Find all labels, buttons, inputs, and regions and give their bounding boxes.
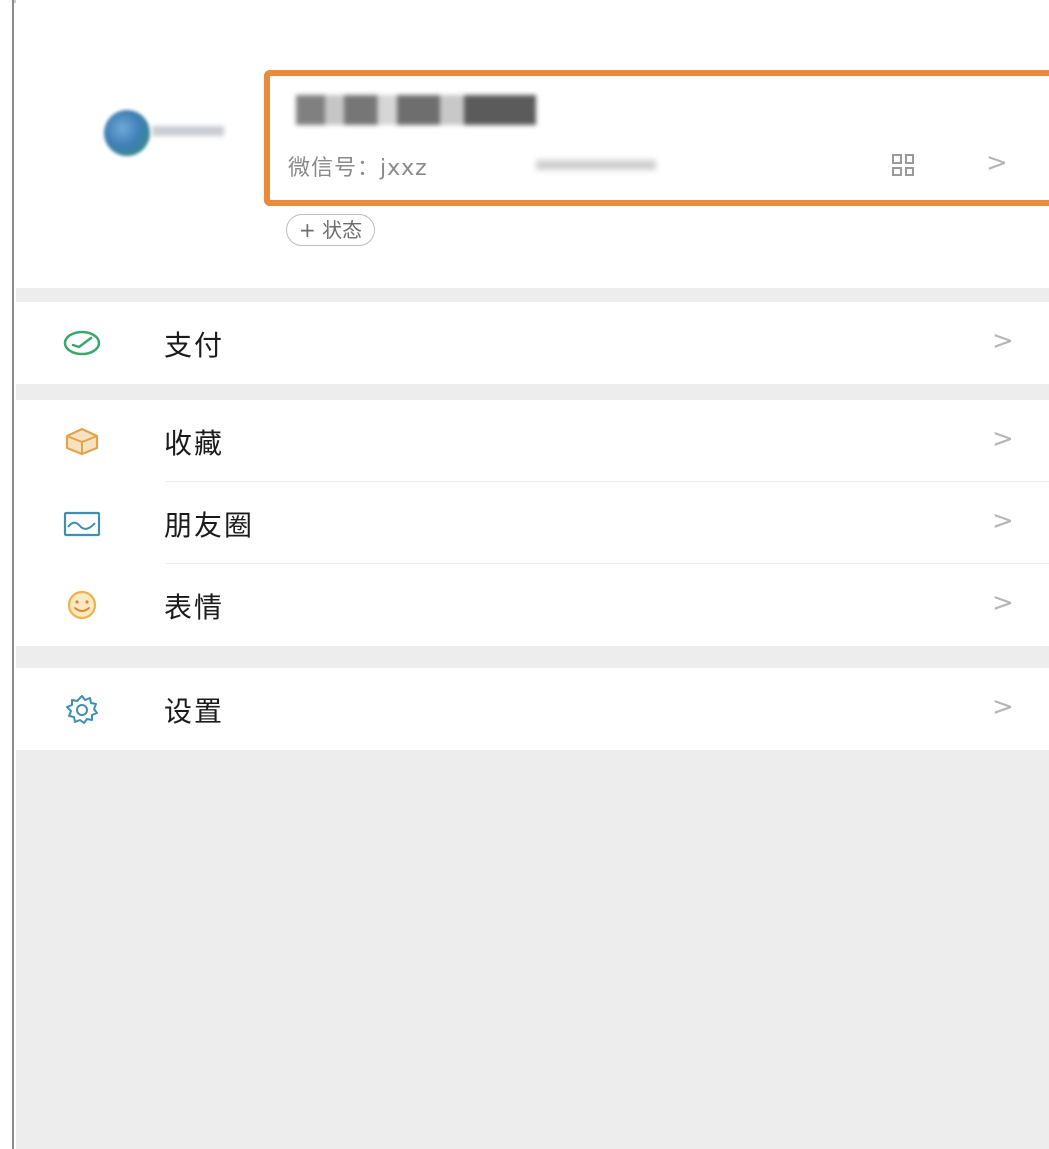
menu-item-moments[interactable]: 朋友圈 > bbox=[16, 482, 1049, 564]
menu-label-favorites: 收藏 bbox=[164, 427, 225, 460]
wechat-me-screen: 微信号：jxxz > + 状态 支付 > 收藏 > 朋友圈 > 表情 > 设置 … bbox=[16, 0, 1049, 1149]
wechat-id: 微信号：jxxz bbox=[288, 150, 428, 182]
menu-group-content: 收藏 > 朋友圈 > 表情 > bbox=[16, 400, 1049, 646]
chevron-right-icon: > bbox=[992, 326, 1014, 356]
avatar[interactable] bbox=[104, 110, 150, 156]
wechat-id-redacted bbox=[536, 160, 656, 170]
profile-chevron-icon[interactable]: > bbox=[986, 148, 1008, 178]
pay-icon bbox=[63, 330, 101, 356]
moments-icon bbox=[63, 511, 101, 537]
wechat-id-label: 微信号： bbox=[288, 156, 381, 181]
stickers-icon bbox=[67, 590, 97, 620]
chevron-right-icon: > bbox=[992, 588, 1014, 618]
menu-item-settings[interactable]: 设置 > bbox=[16, 668, 1049, 750]
menu-item-favorites[interactable]: 收藏 > bbox=[16, 400, 1049, 482]
menu-group-pay: 支付 > bbox=[16, 302, 1049, 384]
chevron-right-icon: > bbox=[992, 506, 1014, 536]
menu-label-settings: 设置 bbox=[164, 695, 225, 728]
menu-label-moments: 朋友圈 bbox=[164, 509, 255, 542]
menu-label-pay: 支付 bbox=[164, 329, 225, 362]
favorites-icon bbox=[65, 427, 99, 456]
avatar-redacted-area bbox=[152, 126, 224, 136]
chevron-right-icon: > bbox=[992, 692, 1014, 722]
add-status-button[interactable]: + 状态 bbox=[286, 214, 376, 246]
menu-item-pay[interactable]: 支付 > bbox=[16, 302, 1049, 384]
settings-icon bbox=[66, 695, 98, 724]
profile-header: 微信号：jxxz > + 状态 bbox=[16, 0, 1049, 288]
window-left-edge bbox=[0, 0, 14, 1149]
chevron-right-icon: > bbox=[992, 424, 1014, 454]
menu-group-settings: 设置 > bbox=[16, 668, 1049, 750]
profile-info-card[interactable] bbox=[264, 70, 1049, 206]
menu-item-stickers[interactable]: 表情 > bbox=[16, 564, 1049, 646]
menu-label-stickers: 表情 bbox=[164, 591, 225, 624]
nickname-redacted bbox=[296, 95, 536, 125]
wechat-id-value: jxxz bbox=[380, 156, 428, 181]
qr-code-icon[interactable] bbox=[892, 154, 914, 176]
